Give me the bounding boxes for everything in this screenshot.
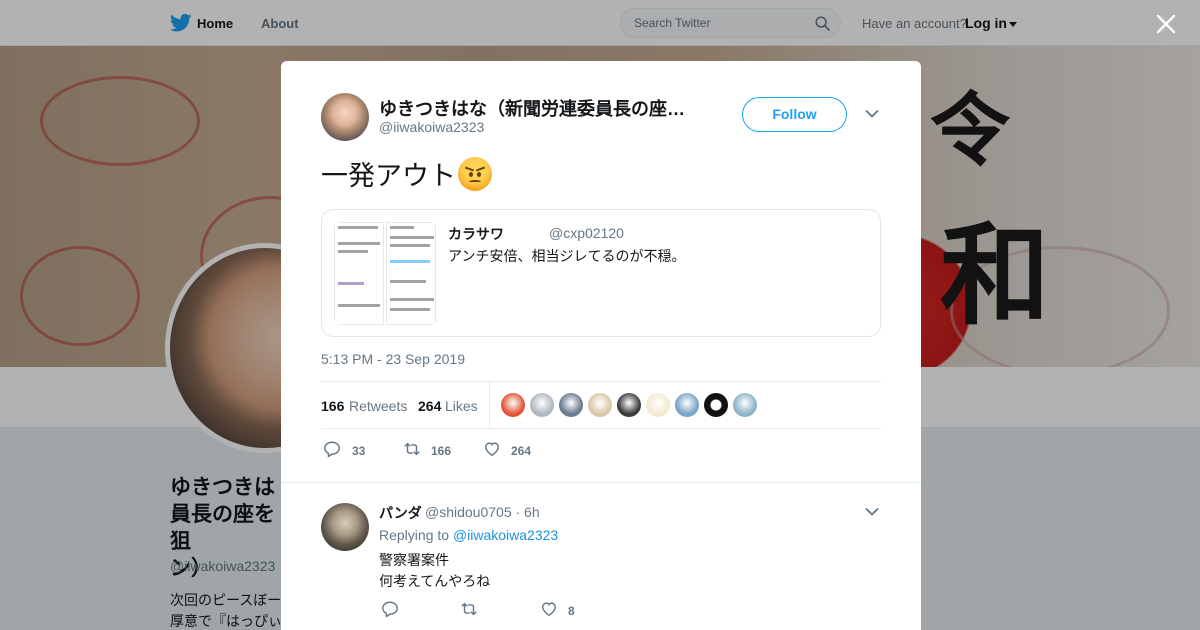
screenshot-line: [338, 304, 380, 307]
quoted-author-name: カラサワ: [448, 226, 504, 242]
liker-avatar[interactable]: [617, 393, 641, 417]
screenshot-panel: [334, 222, 384, 325]
retweets-count[interactable]: 166: [321, 398, 344, 414]
likes-label[interactable]: Likes: [445, 398, 478, 414]
replying-to-prefix: Replying to: [379, 527, 450, 543]
follow-button[interactable]: Follow: [742, 97, 847, 132]
screenshot-line: [390, 226, 414, 229]
screenshot-line: [390, 260, 430, 263]
reply-author-avatar[interactable]: [321, 503, 369, 551]
screenshot-line: [390, 244, 430, 247]
tweet-text-content: 一発アウト: [321, 161, 456, 191]
replying-to-link[interactable]: @iiwakoiwa2323: [453, 527, 558, 543]
liker-avatar[interactable]: [501, 393, 525, 417]
reply-count[interactable]: 33: [352, 444, 365, 458]
screenshot-line: [338, 242, 380, 245]
reply-icon[interactable]: [381, 600, 399, 618]
reply-icon[interactable]: [323, 440, 341, 458]
screenshot-line: [338, 250, 368, 253]
retweet-count[interactable]: 166: [431, 444, 451, 458]
stats-divider: [489, 382, 490, 428]
quoted-tweet[interactable]: カラサワ @cxp02120 アンチ安倍、相当ジレてるのが不穏。: [321, 209, 881, 337]
tweet-actions: 33 166 264: [321, 435, 881, 465]
quoted-author-handle: @cxp02120: [549, 225, 624, 241]
likes-count[interactable]: 264: [418, 398, 441, 414]
liker-avatar[interactable]: [530, 393, 554, 417]
author-name[interactable]: ゆきつきはな（新聞労連委員長の座…: [379, 95, 699, 121]
author-avatar[interactable]: [321, 93, 369, 141]
angry-face-icon: [458, 157, 492, 191]
chevron-down-icon[interactable]: [865, 109, 879, 119]
retweet-icon[interactable]: [460, 600, 478, 618]
tweet-permalink-modal: ゆきつきはな（新聞労連委員長の座… @iiwakoiwa2323 Follow …: [281, 61, 921, 630]
screenshot-line: [390, 236, 434, 239]
like-count[interactable]: 264: [511, 444, 531, 458]
screenshot-line: [390, 298, 434, 301]
screenshot-line: [390, 280, 426, 283]
liker-avatar[interactable]: [704, 393, 728, 417]
liker-avatar[interactable]: [675, 393, 699, 417]
close-icon[interactable]: [1154, 12, 1178, 36]
reply-text-line: 何考えてんやろね: [379, 573, 491, 589]
replying-to: Replying to @iiwakoiwa2323: [379, 527, 558, 543]
liker-avatar[interactable]: [646, 393, 670, 417]
screenshot-line: [390, 308, 430, 311]
liker-avatar[interactable]: [559, 393, 583, 417]
quoted-tweet-image[interactable]: [334, 222, 437, 325]
reply-text: 警察署案件 何考えてんやろね: [379, 550, 490, 592]
quoted-tweet-text: アンチ安倍、相当ジレてるのが不穏。: [448, 248, 686, 264]
reply-author-handle[interactable]: @shidou0705 · 6h: [425, 504, 540, 520]
reply-tweet[interactable]: パンダ @shidou0705 · 6h Replying to @iiwako…: [281, 482, 921, 630]
heart-icon[interactable]: [483, 440, 501, 458]
liker-avatar[interactable]: [733, 393, 757, 417]
screenshot-line: [338, 282, 364, 285]
retweet-icon[interactable]: [403, 440, 421, 458]
reply-author-name[interactable]: パンダ: [379, 503, 422, 523]
tweet-stats: 166 Retweets 264 Likes: [321, 381, 881, 429]
heart-icon[interactable]: [540, 600, 558, 618]
chevron-down-icon[interactable]: [865, 507, 879, 517]
reply-like-count[interactable]: 8: [568, 604, 575, 618]
tweet-timestamp[interactable]: 5:13 PM - 23 Sep 2019: [321, 351, 465, 367]
liker-avatar[interactable]: [588, 393, 612, 417]
screenshot-line: [338, 226, 378, 229]
retweets-label[interactable]: Retweets: [349, 398, 407, 414]
reply-text-line: 警察署案件: [379, 552, 449, 568]
author-handle[interactable]: @iiwakoiwa2323: [379, 119, 484, 135]
tweet-text: 一発アウト: [321, 157, 492, 194]
